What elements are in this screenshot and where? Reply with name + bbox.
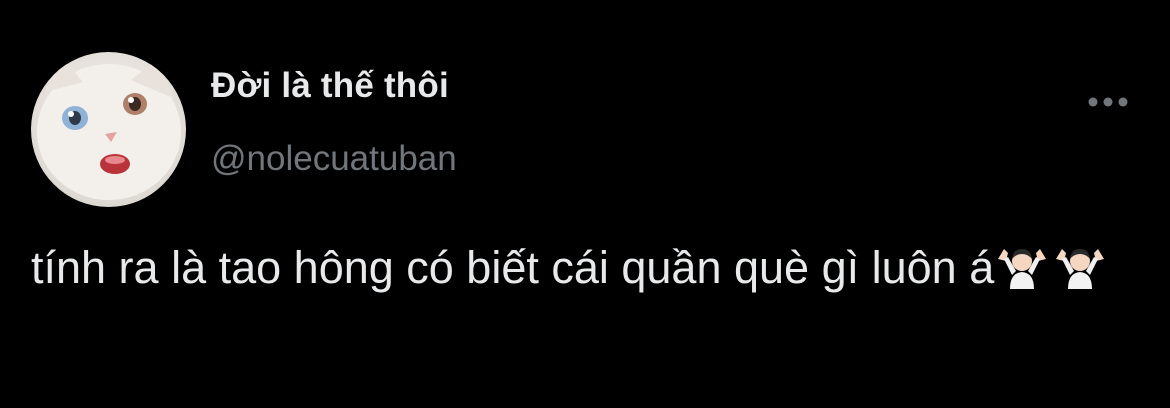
tweet-text: tính ra là tao hông có biết cái quần què… [31, 234, 1131, 302]
avatar[interactable] [31, 52, 186, 207]
tweet-card[interactable]: Đời là thế thôi @nolecuatuban tính ra là… [0, 0, 1170, 408]
user-handle[interactable]: @nolecuatuban [211, 139, 457, 179]
white-kitten-icon [37, 56, 181, 200]
person-shrugging-emoji [1056, 249, 1105, 289]
tweet-body: tính ra là tao hông có biết cái quần què… [31, 242, 995, 293]
more-options-icon [1088, 97, 1128, 107]
more-options-button[interactable] [1080, 88, 1136, 116]
display-name[interactable]: Đời là thế thôi [211, 66, 449, 106]
person-shrugging-emoji [998, 249, 1047, 289]
